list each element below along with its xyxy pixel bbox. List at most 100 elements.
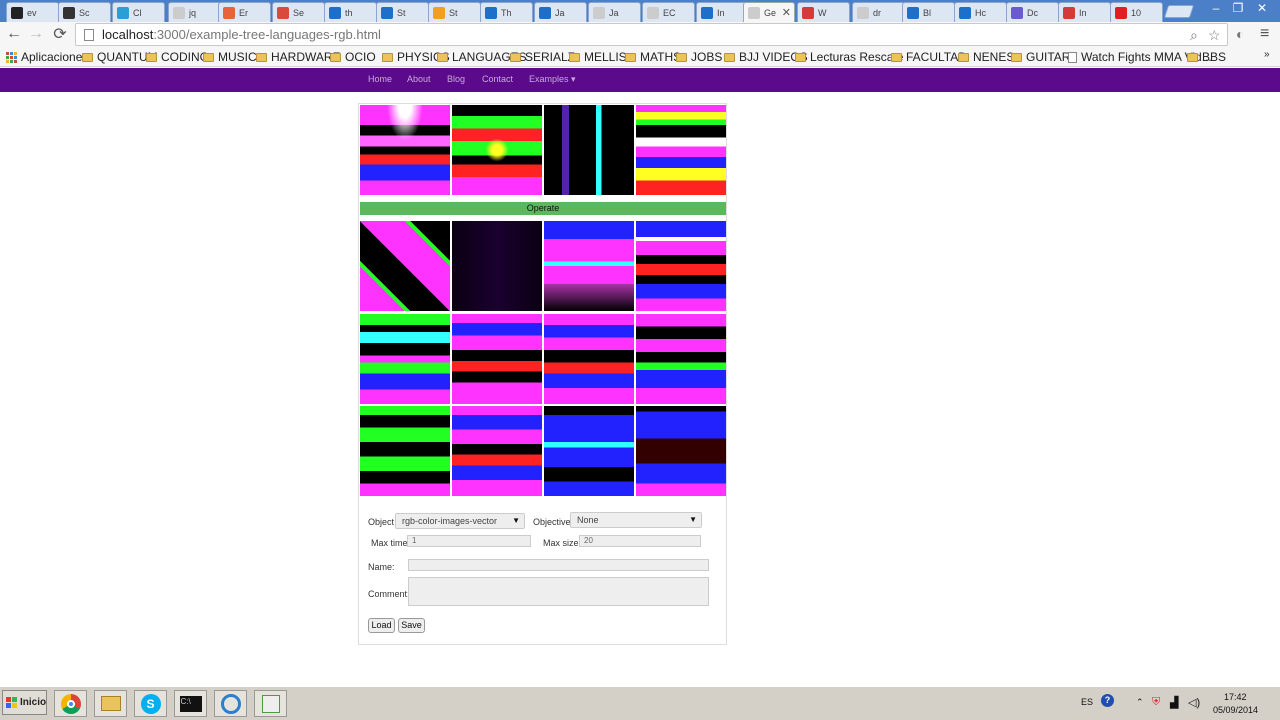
generated-image-tile[interactable]: [360, 105, 450, 195]
help-icon[interactable]: ?: [1101, 694, 1114, 707]
generated-image-tile[interactable]: [544, 105, 634, 195]
load-button[interactable]: Load: [368, 618, 395, 633]
tab-3[interactable]: jq: [168, 2, 221, 22]
bookmarks-overflow-icon[interactable]: »: [1264, 49, 1270, 60]
nav-link-3[interactable]: Contact: [482, 74, 513, 84]
name-input[interactable]: [408, 559, 709, 571]
windows-logo-icon: [6, 697, 17, 708]
bookmark-item[interactable]: JOBS: [676, 50, 722, 64]
tray-expand-icon[interactable]: ⌃: [1136, 697, 1144, 708]
nav-link-0[interactable]: Home: [368, 74, 392, 84]
tab-2[interactable]: Cl: [112, 2, 165, 22]
tab-7[interactable]: St: [376, 2, 429, 22]
network-icon[interactable]: ▟: [1170, 696, 1178, 709]
tab-21[interactable]: 10: [1110, 2, 1163, 22]
star-icon[interactable]: ☆: [1208, 27, 1221, 44]
tab-0[interactable]: ev: [6, 2, 59, 22]
tab-16[interactable]: dr: [852, 2, 905, 22]
generated-image-tile[interactable]: [636, 105, 726, 195]
chrome-taskbar-icon[interactable]: [54, 690, 87, 717]
new-tab-button[interactable]: [1163, 5, 1195, 18]
security-icon[interactable]: ⛨: [1152, 696, 1160, 709]
app-taskbar-icon[interactable]: [214, 690, 247, 717]
start-button[interactable]: Inicio: [2, 690, 47, 715]
generated-image-tile[interactable]: [452, 406, 542, 496]
comment-textarea[interactable]: [408, 577, 709, 606]
tab-4[interactable]: Er: [218, 2, 271, 22]
generated-image-tile[interactable]: [544, 221, 634, 311]
bookmark-item[interactable]: GUITAR: [1011, 50, 1070, 64]
max-size-input[interactable]: 20: [579, 535, 701, 547]
objective-select[interactable]: None ▼: [570, 512, 702, 528]
generated-image-tile[interactable]: [544, 406, 634, 496]
file-explorer-taskbar-icon[interactable]: [94, 690, 127, 717]
generated-image-tile[interactable]: [452, 221, 542, 311]
volume-icon[interactable]: ◁): [1188, 696, 1200, 709]
tab-17[interactable]: Bl: [902, 2, 955, 22]
language-indicator[interactable]: ES: [1081, 697, 1093, 707]
search-icon[interactable]: ⌕: [1190, 27, 1198, 44]
bookmark-item[interactable]: CODING: [146, 50, 209, 64]
generated-image-tile[interactable]: [360, 221, 450, 311]
bookmark-item[interactable]: BBS: [1187, 50, 1226, 64]
tab-favicon-icon: [701, 6, 713, 19]
generated-image-tile[interactable]: [360, 406, 450, 496]
clock-time[interactable]: 17:42: [1224, 692, 1247, 702]
tab-label: ev: [27, 7, 37, 18]
generated-image-tile[interactable]: [636, 406, 726, 496]
operate-button[interactable]: Operate: [360, 202, 726, 215]
tab-15[interactable]: W: [797, 2, 850, 22]
bookmark-item[interactable]: Lecturas Rescate: [795, 50, 903, 64]
save-button[interactable]: Save: [398, 618, 425, 633]
forward-button[interactable]: →: [26, 24, 46, 44]
bookmark-item[interactable]: FACULTAD: [891, 50, 967, 64]
generated-image-tile[interactable]: [636, 314, 726, 404]
generated-image-tile[interactable]: [360, 314, 450, 404]
tab-14[interactable]: Ge ✕: [743, 2, 795, 22]
generated-image-tile[interactable]: [452, 105, 542, 195]
tab-18[interactable]: Hc: [954, 2, 1007, 22]
tab-10[interactable]: Ja: [534, 2, 587, 22]
terminal-taskbar-icon[interactable]: C:\: [174, 690, 207, 717]
maximize-button[interactable]: ❐: [1228, 0, 1248, 16]
generated-image-tile[interactable]: [636, 221, 726, 311]
address-bar[interactable]: localhost:3000/example-tree-languages-rg…: [75, 23, 1228, 46]
tab-9[interactable]: Th: [480, 2, 533, 22]
tab-1[interactable]: Sc: [58, 2, 111, 22]
nav-link-4[interactable]: Examples ▾: [529, 74, 576, 85]
bookmark-item[interactable]: MATHS: [625, 50, 681, 64]
max-time-input[interactable]: 1: [407, 535, 531, 547]
extension-icon[interactable]: ◐: [1236, 26, 1244, 42]
nav-link-1[interactable]: About: [407, 74, 431, 84]
nav-link-2[interactable]: Blog: [447, 74, 465, 84]
bookmark-item[interactable]: NENES: [958, 50, 1014, 64]
back-button[interactable]: ←: [4, 24, 24, 44]
bookmark-item[interactable]: OCIO: [330, 50, 376, 64]
tab-8[interactable]: St: [428, 2, 481, 22]
tab-13[interactable]: In: [696, 2, 749, 22]
tab-20[interactable]: In: [1058, 2, 1111, 22]
skype-taskbar-icon[interactable]: S: [134, 690, 167, 717]
minimize-button[interactable]: –: [1206, 0, 1226, 16]
reload-button[interactable]: ⟳: [50, 24, 70, 44]
bookmark-item[interactable]: Aplicaciones: [6, 50, 88, 64]
generated-image-tile[interactable]: [452, 314, 542, 404]
chart-app-taskbar-icon[interactable]: [254, 690, 287, 717]
generated-image-tile[interactable]: [544, 314, 634, 404]
bookmark-item[interactable]: SERIALZ: [510, 50, 575, 64]
close-window-button[interactable]: ✕: [1252, 0, 1272, 16]
close-tab-icon[interactable]: ✕: [782, 6, 791, 19]
tab-12[interactable]: EC: [642, 2, 695, 22]
tab-19[interactable]: Dc: [1006, 2, 1059, 22]
bookmark-item[interactable]: MUSIC: [203, 50, 257, 64]
tab-favicon-icon: [329, 6, 341, 19]
clock-date[interactable]: 05/09/2014: [1213, 705, 1258, 715]
tab-11[interactable]: Ja: [588, 2, 641, 22]
tab-6[interactable]: th: [324, 2, 377, 22]
menu-icon[interactable]: ≡: [1260, 25, 1269, 43]
object-select[interactable]: rgb-color-images-vector ▼: [395, 513, 525, 529]
bookmark-item[interactable]: HARDWARE: [256, 50, 341, 64]
bookmark-item[interactable]: MELLIS: [569, 50, 627, 64]
tab-label: Th: [501, 7, 512, 18]
tab-5[interactable]: Se: [272, 2, 325, 22]
